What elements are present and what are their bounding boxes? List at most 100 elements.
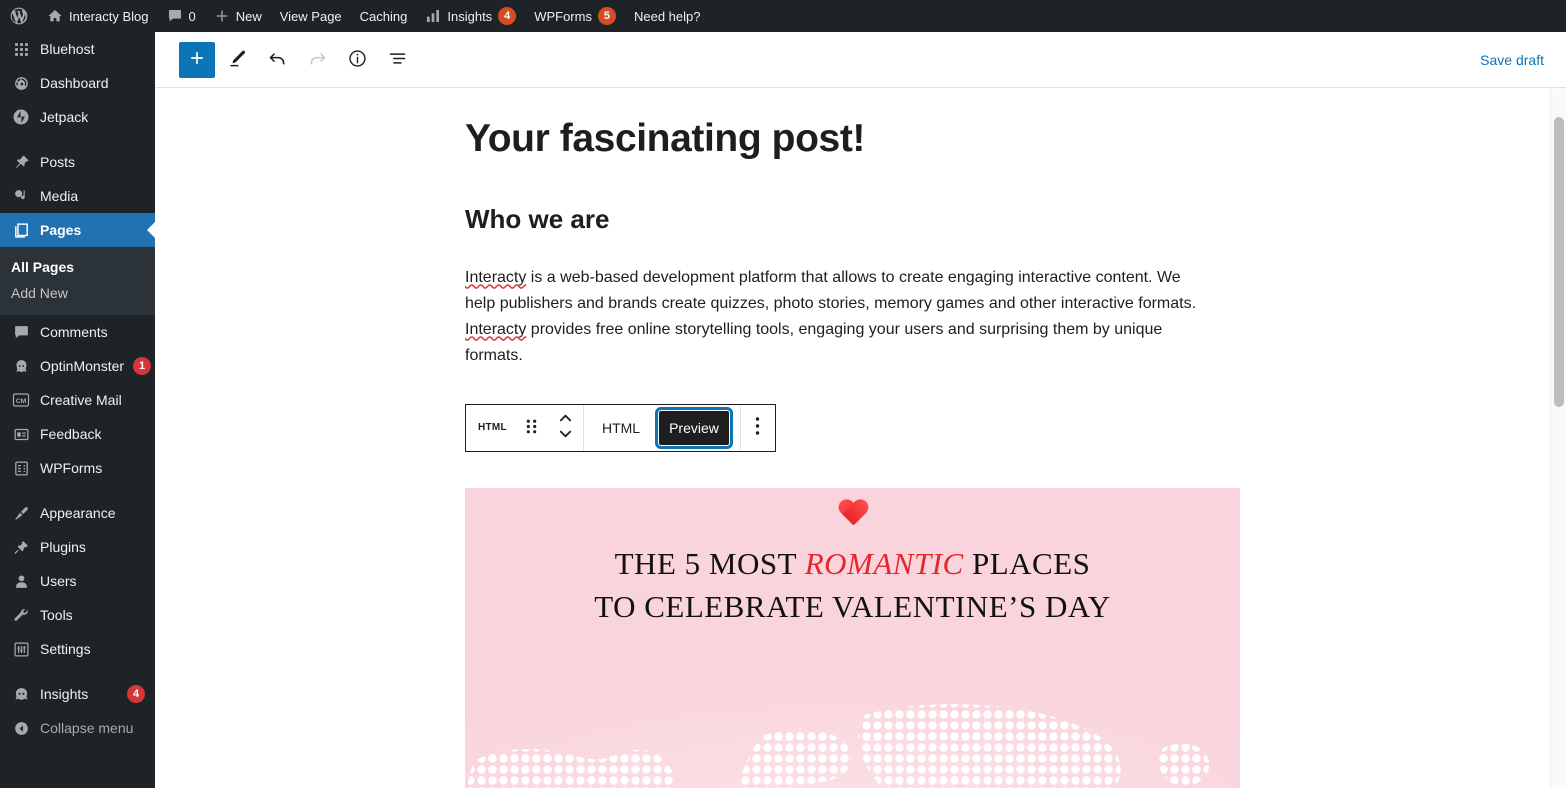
wrench-icon: [11, 605, 31, 625]
block-more-options-button[interactable]: [741, 405, 775, 451]
block-move-buttons[interactable]: [549, 405, 583, 451]
redo-button[interactable]: [299, 42, 335, 78]
sidebar-submenu-pages: All Pages Add New: [0, 247, 155, 315]
save-draft-button[interactable]: Save draft: [1470, 46, 1554, 74]
wordpress-logo-icon: [9, 6, 29, 26]
sidebar-item-creative-mail[interactable]: CM Creative Mail: [0, 383, 155, 417]
admin-bar-caching[interactable]: Caching: [351, 0, 417, 32]
sidebar-item-badge: 1: [133, 357, 152, 375]
wpforms-icon: [11, 458, 31, 478]
sidebar-item-comments[interactable]: Comments: [0, 315, 155, 349]
admin-bar-site-name[interactable]: Interacty Blog: [38, 0, 158, 32]
embed-title: THE 5 MOST ROMANTIC PLACES TO CELEBRATE …: [465, 542, 1240, 628]
block-drag-handle[interactable]: [515, 405, 549, 451]
sidebar-item-wpforms[interactable]: WPForms: [0, 451, 155, 485]
admin-bar-caching-label: Caching: [359, 8, 408, 24]
sidebar-item-tools[interactable]: Tools: [0, 598, 155, 632]
editor-canvas: Your fascinating post! Who we are Intera…: [155, 89, 1550, 788]
admin-bar-comments-count: 0: [188, 8, 196, 24]
sidebar-item-label: Settings: [40, 641, 91, 657]
editor-vertical-scrollbar[interactable]: [1550, 89, 1566, 788]
block-toolbar-group-block: HTML: [466, 404, 584, 451]
sidebar-item-label: Tools: [40, 607, 73, 623]
undo-button[interactable]: [259, 42, 295, 78]
sidebar-item-pages[interactable]: Pages: [0, 213, 155, 247]
three-dots-vertical-icon: [755, 416, 760, 439]
admin-sidebar: Bluehost Dashboard Jetpack Posts Media P…: [0, 32, 155, 788]
admin-bar-new-label: New: [235, 8, 262, 24]
embed-title-line-2: TO CELEBRATE VALENTINE’S DAY: [594, 588, 1111, 624]
admin-bar-new-content[interactable]: New: [205, 0, 271, 32]
sidebar-item-insights[interactable]: Insights 4: [0, 677, 155, 711]
sidebar-submenu-item-add-new[interactable]: Add New: [0, 280, 155, 306]
admin-bar-insights-label: Insights: [447, 8, 493, 24]
misspelled-word: Interacty: [465, 268, 527, 286]
sidebar-item-label: OptinMonster: [40, 358, 125, 374]
post-paragraph-block[interactable]: Interacty is a web-based development pla…: [465, 265, 1210, 369]
admin-bar-comments[interactable]: 0: [158, 0, 205, 32]
sidebar-item-label: Plugins: [40, 539, 86, 555]
list-view-button[interactable]: [379, 42, 415, 78]
grid-dots-icon: [11, 39, 31, 59]
embed-title-accent: ROMANTIC: [804, 545, 964, 581]
sidebar-item-dashboard[interactable]: Dashboard: [0, 66, 155, 100]
sidebar-item-badge: 4: [127, 685, 145, 703]
red-heart-icon: [838, 500, 868, 527]
sidebar-item-plugins[interactable]: Plugins: [0, 530, 155, 564]
chevron-up-down-icon: [558, 411, 573, 444]
sidebar-item-label: Dashboard: [40, 75, 109, 91]
bar-chart-icon: [425, 8, 441, 24]
admin-bar-need-help[interactable]: Need help?: [625, 0, 710, 32]
block-type-html-button[interactable]: HTML: [466, 405, 515, 451]
sidebar-item-posts[interactable]: Posts: [0, 145, 155, 179]
scrollbar-thumb[interactable]: [1554, 117, 1564, 407]
paintbrush-icon: [11, 503, 31, 523]
add-block-button[interactable]: [179, 41, 215, 78]
tools-pencil-button[interactable]: [219, 42, 255, 78]
sidebar-submenu-item-all-pages[interactable]: All Pages: [0, 254, 155, 280]
post-content-area: Your fascinating post! Who we are Intera…: [465, 116, 1240, 788]
misspelled-word: Interacty: [465, 320, 527, 338]
pages-icon: [11, 220, 31, 240]
admin-bar-wp-logo[interactable]: [0, 0, 38, 32]
sidebar-item-jetpack[interactable]: Jetpack: [0, 100, 155, 134]
sidebar-item-feedback[interactable]: Feedback: [0, 417, 155, 451]
block-mode-preview-button[interactable]: Preview: [655, 406, 733, 449]
admin-bar-wpforms[interactable]: WPForms 5: [525, 0, 625, 32]
sidebar-item-media[interactable]: Media: [0, 179, 155, 213]
sidebar-item-appearance[interactable]: Appearance: [0, 496, 155, 530]
admin-bar-insights[interactable]: Insights 4: [416, 0, 525, 32]
sidebar-item-bluehost[interactable]: Bluehost: [0, 32, 155, 66]
sidebar-item-label: Media: [40, 188, 79, 204]
svg-text:CM: CM: [16, 398, 27, 405]
pencil-icon: [227, 48, 248, 72]
post-title[interactable]: Your fascinating post!: [465, 116, 1240, 163]
home-icon: [47, 8, 63, 24]
drag-dots-icon: [525, 417, 538, 439]
sidebar-item-label: Comments: [40, 324, 108, 340]
list-view-icon: [387, 48, 408, 72]
admin-bar-view-page-label: View Page: [279, 8, 342, 24]
user-icon: [11, 571, 31, 591]
admin-bar-wpforms-badge: 5: [597, 7, 616, 25]
editor-header-toolbar: Save draft: [155, 32, 1566, 88]
admin-bar-view-page[interactable]: View Page: [271, 0, 351, 32]
block-mode-html-button[interactable]: HTML: [592, 411, 650, 445]
post-heading-block[interactable]: Who we are: [465, 203, 1240, 237]
html-block-preview[interactable]: THE 5 MOST ROMANTIC PLACES TO CELEBRATE …: [465, 487, 1240, 788]
sidebar-item-label: WPForms: [40, 460, 103, 476]
redo-arrow-icon: [307, 48, 328, 72]
details-button[interactable]: [339, 42, 375, 78]
comment-bubble-icon: [167, 8, 183, 24]
plus-icon: [187, 48, 207, 71]
sidebar-item-settings[interactable]: Settings: [0, 632, 155, 666]
sidebar-item-collapse-menu[interactable]: Collapse menu: [0, 711, 155, 745]
sidebar-item-optinmonster[interactable]: OptinMonster 1: [0, 349, 155, 383]
sidebar-separator: [0, 666, 155, 677]
sidebar-item-label: Creative Mail: [40, 392, 122, 408]
block-editor: Save draft Your fascinating post! Who we…: [155, 32, 1566, 788]
embed-heart-top: [465, 498, 1240, 528]
sidebar-item-label: Bluehost: [40, 41, 95, 57]
sidebar-item-label: Feedback: [40, 426, 102, 442]
sidebar-item-users[interactable]: Users: [0, 564, 155, 598]
